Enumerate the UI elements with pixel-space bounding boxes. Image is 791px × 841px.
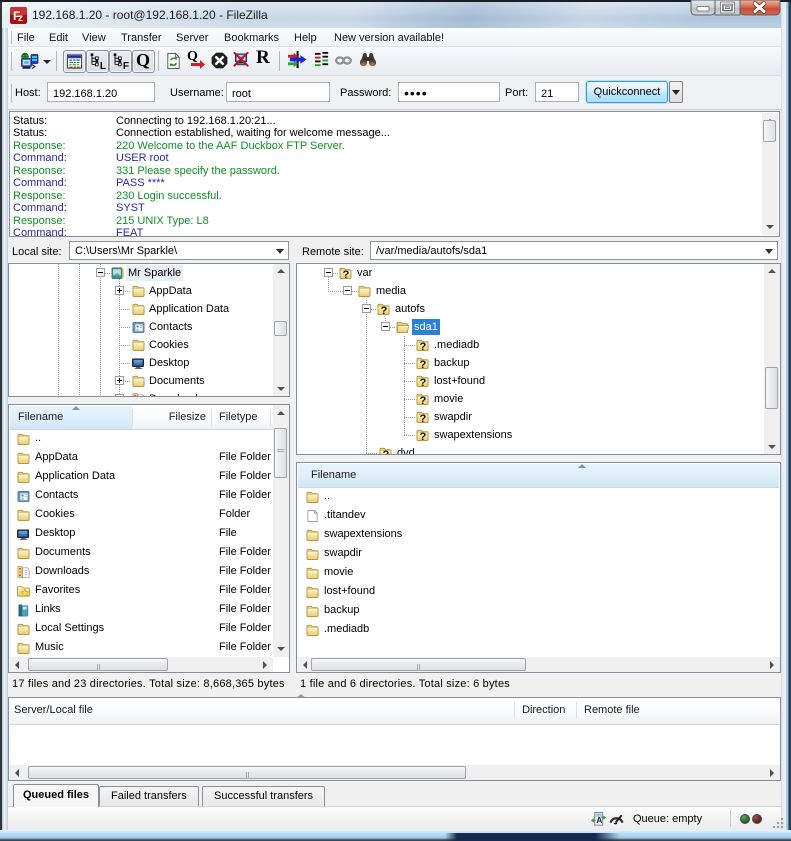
svg-text:z: z bbox=[18, 13, 23, 24]
